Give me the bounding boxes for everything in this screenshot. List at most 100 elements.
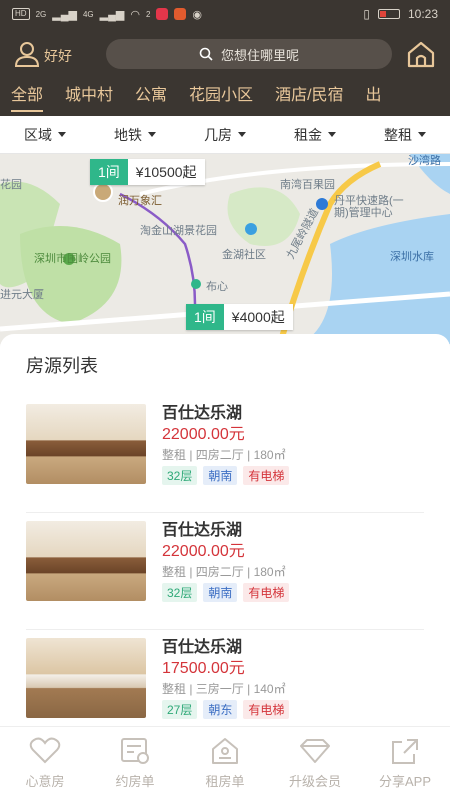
tab-apartment[interactable]: 公寓 — [124, 80, 178, 116]
tab-more[interactable]: 出 — [355, 80, 393, 116]
listing-spec: 整租 | 四房二厅 | 180㎡ — [162, 565, 286, 579]
search-placeholder: 您想住哪里呢 — [220, 47, 299, 63]
listing-panel: 房源列表 百仕达乐湖 22000.00元 整租 | 四房二厅 | 180㎡ 32… — [0, 334, 450, 726]
sync-icon: ◉ — [192, 8, 203, 21]
listing-name: 百仕达乐湖 — [162, 639, 243, 656]
nav-label: 约房单 — [115, 774, 155, 789]
notification-count: 2 — [145, 9, 151, 19]
listing-photo — [26, 638, 146, 718]
share-icon — [392, 739, 418, 764]
listing-spec: 整租 | 四房二厅 | 180㎡ — [162, 448, 286, 462]
floor-tag: 32层 — [162, 583, 198, 602]
map-label: 润万象汇 — [118, 195, 162, 207]
filter-rent[interactable]: 租金 — [270, 125, 360, 145]
caret-down-icon — [148, 132, 156, 137]
map-label: 金湖社区 — [222, 249, 266, 261]
filter-label: 地铁 — [114, 126, 142, 143]
map-pin[interactable]: 1间 ¥10500起 — [90, 159, 205, 185]
map-label: 期)管理中心 — [334, 207, 393, 219]
signal-icon: ▂▄▆ — [52, 8, 77, 21]
filter-label: 区域 — [24, 126, 52, 143]
nav-label: 升级会员 — [288, 774, 341, 789]
tab-hotel-homestay[interactable]: 酒店/民宿 — [264, 80, 354, 116]
filter-metro[interactable]: 地铁 — [90, 125, 180, 145]
elevator-tag: 有电梯 — [243, 466, 290, 485]
map-pin[interactable]: 1间 ¥4000起 — [186, 304, 293, 330]
tab-urban-village[interactable]: 城中村 — [54, 80, 124, 116]
elevator-tag: 有电梯 — [243, 700, 290, 719]
battery-icon — [377, 9, 400, 19]
tab-all[interactable]: 全部 — [0, 80, 54, 116]
listing-name: 百仕达乐湖 — [162, 522, 243, 539]
listing-name: 百仕达乐湖 — [162, 405, 243, 422]
map-label: 深圳水库 — [390, 251, 434, 263]
status-bar: HD 2G ▂▄▆ 4G ▂▄▆ ◠ 2 ◉ ▯ 10:23 — [0, 0, 450, 28]
nav-rentals[interactable]: 租房单 — [180, 727, 270, 800]
map-label: 布心 — [206, 281, 228, 293]
listing-price: 17500.00元 — [162, 660, 245, 677]
map-label: 淘金山湖景花园 — [140, 225, 217, 237]
house-list-icon — [212, 738, 238, 764]
heart-icon — [29, 737, 61, 764]
map-view[interactable]: 沙湾路 南湾百果园 丹平快速路(一 期)管理中心 花园 润万象汇 淘金山湖景花园… — [0, 154, 450, 344]
listing-photo — [26, 521, 146, 601]
category-tabs: 全部 城中村 公寓 花园小区 酒店/民宿 出 — [0, 80, 450, 116]
floor-tag: 32层 — [162, 466, 198, 485]
nav-upgrade-member[interactable]: 升级会员 — [270, 727, 360, 800]
hd-indicator: HD — [12, 8, 30, 20]
nav-label: 分享APP — [378, 774, 431, 789]
pin-price: ¥10500起 — [127, 159, 205, 185]
floor-tag: 27层 — [162, 700, 198, 719]
filter-label: 几房 — [204, 126, 232, 143]
list-item[interactable]: 百仕达乐湖 17500.00元 整租 | 三房一厅 | 140㎡ 27层 朝东 … — [26, 630, 424, 726]
vibrate-icon: ▯ — [363, 7, 370, 21]
elevator-tag: 有电梯 — [243, 583, 290, 602]
listing-spec: 整租 | 三房一厅 | 140㎡ — [162, 682, 286, 696]
listing-photo — [26, 404, 146, 484]
search-input[interactable]: 您想住哪里呢 — [106, 39, 392, 69]
filter-bar: 区域 地铁 几房 租金 整租 — [0, 116, 450, 154]
username: 好好 — [44, 48, 72, 64]
search-icon — [199, 47, 213, 61]
home-button[interactable] — [402, 40, 436, 68]
caret-down-icon — [418, 132, 426, 137]
tab-garden-community[interactable]: 花园小区 — [178, 80, 264, 116]
map-label: 深圳市围岭公园 — [34, 253, 111, 265]
user-icon — [14, 42, 40, 67]
list-item[interactable]: 百仕达乐湖 22000.00元 整租 | 四房二厅 | 180㎡ 32层 朝南 … — [26, 513, 424, 630]
caret-down-icon — [238, 132, 246, 137]
filter-district[interactable]: 区域 — [0, 125, 90, 145]
pin-rooms: 1间 — [90, 159, 128, 185]
filter-label: 租金 — [294, 126, 322, 143]
appointment-icon — [121, 738, 149, 764]
signal-4g: 4G — [82, 9, 94, 19]
filter-rooms[interactable]: 几房 — [180, 125, 270, 145]
bottom-navigation: 心意房 约房单 租房单 升级会员 分享APP — [0, 726, 450, 800]
clock: 10:23 — [407, 7, 438, 21]
video-notification-icon — [174, 8, 187, 20]
listing-price: 22000.00元 — [162, 543, 245, 560]
map-label: 进元大厦 — [0, 289, 44, 301]
listing-price: 22000.00元 — [162, 426, 245, 443]
user-entry[interactable]: 好好 — [14, 41, 96, 67]
map-label: 南湾百果园 — [280, 179, 335, 191]
nav-share-app[interactable]: 分享APP — [360, 727, 450, 800]
wifi-icon: ◠ — [130, 8, 140, 21]
nav-favorites[interactable]: 心意房 — [0, 727, 90, 800]
orientation-tag: 朝南 — [203, 466, 238, 485]
signal-icon: ▂▄▆ — [99, 8, 125, 21]
orientation-tag: 朝南 — [203, 583, 238, 602]
list-title: 房源列表 — [26, 356, 98, 376]
list-item[interactable]: 百仕达乐湖 22000.00元 整租 | 四房二厅 | 180㎡ 32层 朝南 … — [26, 396, 424, 513]
map-label: 沙湾路 — [408, 155, 441, 167]
nav-appointments[interactable]: 约房单 — [90, 727, 180, 800]
filter-rent-type[interactable]: 整租 — [360, 125, 450, 145]
pin-price: ¥4000起 — [223, 304, 293, 330]
orientation-tag: 朝东 — [203, 700, 238, 719]
home-icon — [407, 41, 435, 68]
signal-2g: 2G — [35, 9, 47, 19]
filter-label: 整租 — [384, 126, 412, 143]
nav-label: 租房单 — [205, 774, 245, 789]
diamond-icon — [300, 739, 330, 763]
pin-rooms: 1间 — [186, 304, 224, 330]
